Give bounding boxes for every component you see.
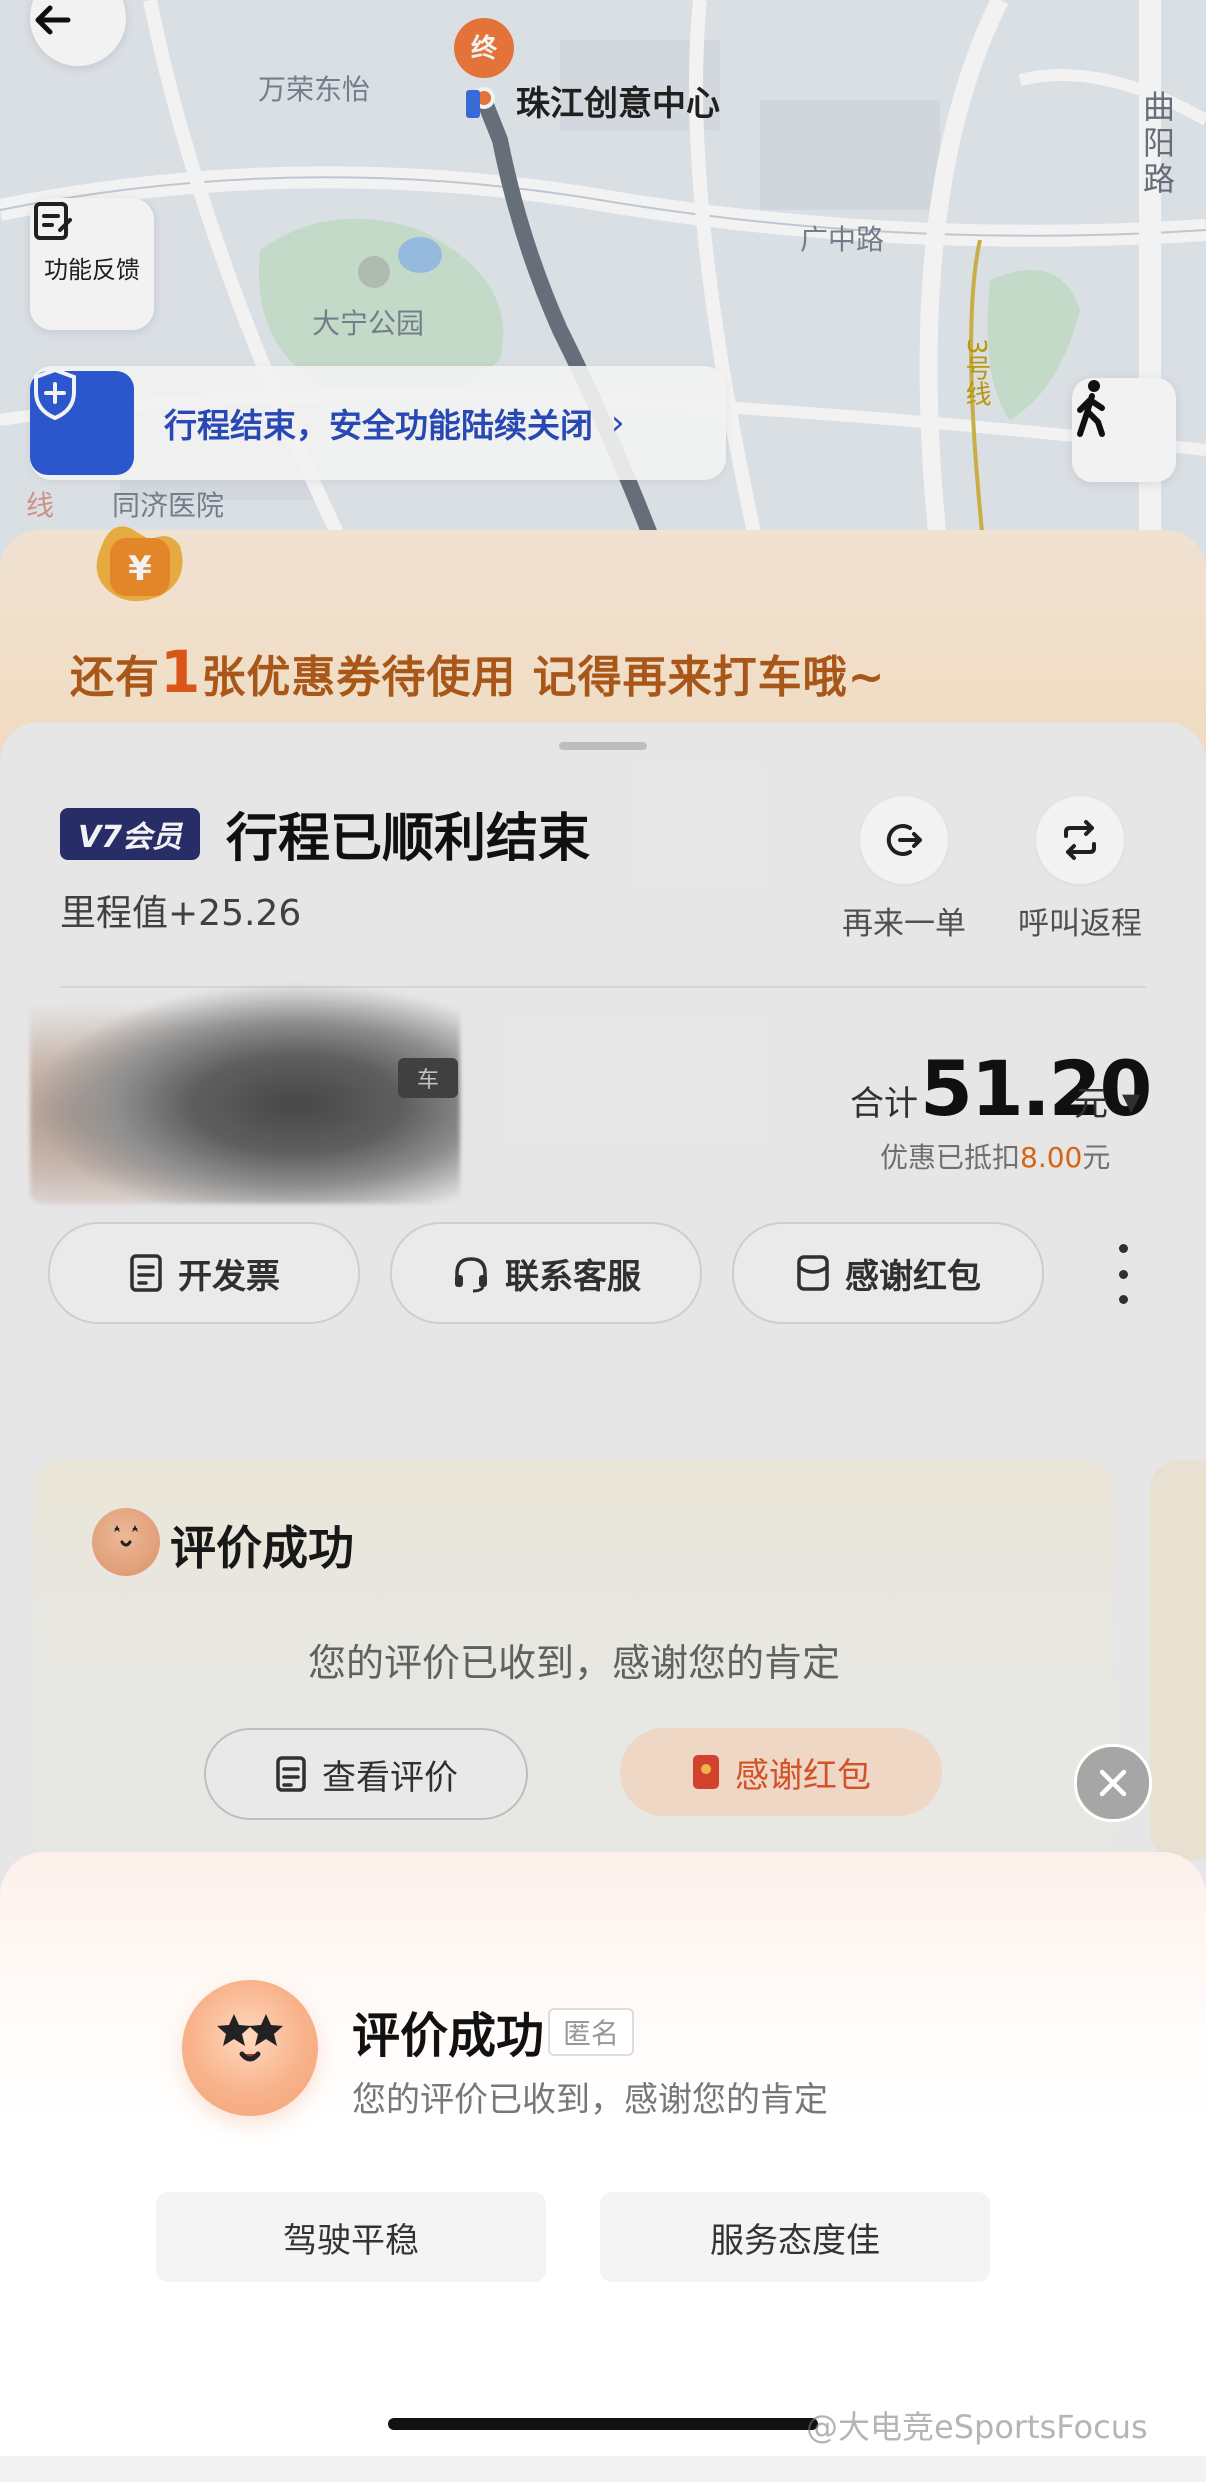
watermark: @大电竞eSportsFocus bbox=[806, 2408, 1148, 2446]
anonymous-tag: 匿名 bbox=[548, 2008, 634, 2056]
close-popup-button[interactable] bbox=[1074, 1744, 1152, 1822]
popup-title: 评价成功 bbox=[352, 2008, 545, 2064]
rating-success-popup bbox=[0, 1852, 1206, 2456]
home-indicator[interactable] bbox=[388, 2418, 818, 2430]
rating-tag-good-service[interactable]: 服务态度佳 bbox=[600, 2192, 990, 2282]
rating-tag-smooth-driving[interactable]: 驾驶平稳 bbox=[156, 2192, 546, 2282]
close-icon bbox=[1099, 1769, 1127, 1797]
popup-subtitle: 您的评价已收到，感谢您的肯定 bbox=[352, 2080, 828, 2120]
happy-star-face-icon bbox=[182, 1980, 318, 2116]
